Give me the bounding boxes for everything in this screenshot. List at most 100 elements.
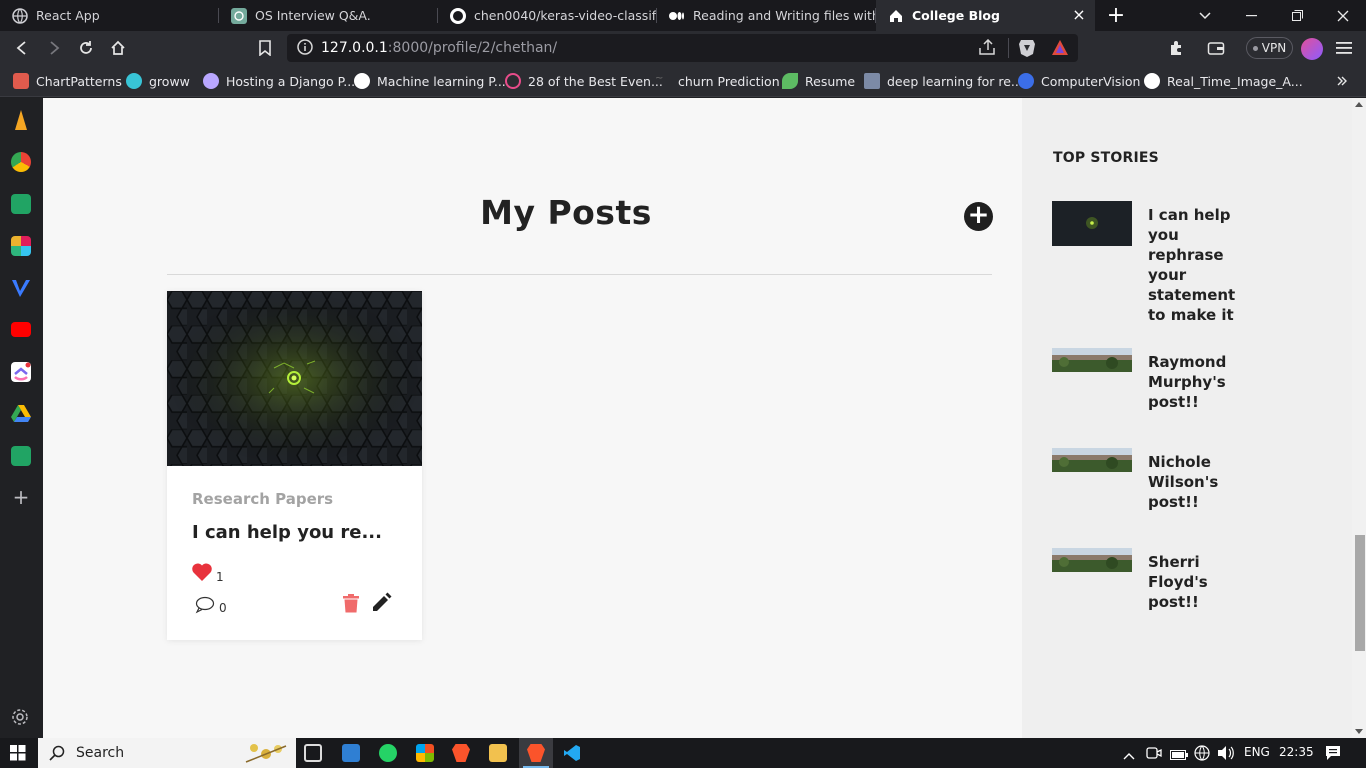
story-thumbnail[interactable] (1052, 201, 1132, 246)
info-icon[interactable] (297, 39, 313, 59)
chrome-icon[interactable] (11, 152, 31, 172)
meet-icon[interactable] (11, 194, 31, 214)
forward-icon[interactable] (42, 36, 66, 60)
story-title[interactable]: Nichole Wilson's post!! (1148, 452, 1248, 512)
story-title[interactable]: I can help you rephrase your statement t… (1148, 205, 1248, 325)
home-icon[interactable] (106, 36, 130, 60)
battery-icon[interactable] (1170, 746, 1188, 765)
address-bar[interactable]: 127.0.0.1:8000/profile/2/chethan/ (287, 34, 1078, 62)
slack-icon[interactable] (11, 236, 31, 256)
firebase-icon[interactable] (15, 110, 27, 130)
restore-window-icon[interactable] (1274, 0, 1320, 31)
back-icon[interactable] (10, 36, 34, 60)
vpn-button[interactable]: VPN (1246, 37, 1293, 59)
brave-icon[interactable] (452, 744, 470, 762)
browser-toolbar: 127.0.0.1:8000/profile/2/chethan/ VPN (0, 31, 1366, 65)
page-viewport: My Posts + Research Papers I can help yo… (43, 98, 1366, 738)
tab-search-chevron-icon[interactable] (1182, 0, 1228, 31)
vscode-icon[interactable] (563, 744, 581, 762)
brave-shields-icon[interactable] (1018, 38, 1036, 62)
whatsapp-icon[interactable] (379, 744, 397, 762)
scroll-up-icon[interactable] (1355, 102, 1363, 107)
bookmark-groww[interactable]: groww (126, 72, 190, 90)
post-category[interactable]: Research Papers (192, 490, 333, 508)
leaf-icon (782, 73, 798, 89)
minimize-window-icon[interactable] (1228, 0, 1274, 31)
post-title[interactable]: I can help you re... (192, 522, 382, 543)
taskbar-clock[interactable]: 22:35 (1279, 745, 1314, 759)
home-icon (888, 8, 904, 24)
close-window-icon[interactable] (1320, 0, 1366, 31)
bookmark-chartpatterns[interactable]: ChartPatterns (13, 72, 122, 90)
wallet-icon[interactable] (1204, 36, 1228, 60)
language-indicator[interactable]: ENG (1244, 745, 1270, 759)
bookmark-real-time-image[interactable]: Real_Time_Image_A... (1144, 72, 1303, 90)
menu-icon[interactable] (1332, 36, 1356, 60)
story-title[interactable]: Sherri Floyd's post!! (1148, 552, 1248, 612)
story-thumbnail[interactable] (1052, 348, 1132, 372)
bookmark-computervision[interactable]: ComputerVision (1018, 72, 1140, 90)
story-title[interactable]: Raymond Murphy's post!! (1148, 352, 1248, 412)
new-tab-button[interactable]: + (1095, 0, 1137, 31)
like-count: 1 (216, 570, 224, 584)
bookmark-resume[interactable]: Resume (782, 72, 855, 90)
page-scrollbar[interactable] (1352, 98, 1366, 738)
bookmark-deep-learning[interactable]: deep learning for re... (864, 72, 1023, 90)
delete-icon[interactable] (343, 594, 359, 613)
reload-icon[interactable] (74, 36, 98, 60)
volume-icon[interactable] (1217, 745, 1235, 765)
tab-react-app[interactable]: React App (0, 0, 219, 31)
tab-title: OS Interview Q&A. (255, 8, 371, 23)
chevron-up-icon[interactable] (1123, 746, 1135, 765)
network-icon[interactable] (1194, 745, 1210, 765)
brave-rewards-icon[interactable] (1051, 39, 1069, 60)
share-icon[interactable] (979, 38, 997, 59)
settings-icon[interactable] (11, 708, 31, 728)
more-bookmarks-icon[interactable] (1337, 72, 1347, 90)
store-icon[interactable] (416, 744, 434, 762)
tab-reading-writing[interactable]: Reading and Writing files with Goo (657, 0, 876, 31)
windows-start-icon[interactable] (10, 745, 26, 765)
add-post-button[interactable]: + (964, 202, 993, 231)
v-icon[interactable] (11, 278, 31, 298)
top-stories-heading: TOP STORIES (1053, 150, 1159, 166)
mail-icon[interactable] (342, 744, 360, 762)
taskbar-search[interactable]: Search (38, 738, 296, 768)
notifications-icon[interactable] (1325, 745, 1341, 765)
tab-os-interview[interactable]: OS Interview Q&A. (219, 0, 438, 31)
medium-icon (669, 8, 685, 24)
pi-icon (1018, 73, 1034, 89)
bookmark-best-events[interactable]: 28 of the Best Even... (505, 72, 663, 90)
clickup-icon[interactable] (11, 362, 31, 382)
brave-active-app[interactable] (519, 738, 553, 768)
add-app-icon[interactable]: + (11, 487, 31, 508)
meet-now-icon[interactable] (1146, 745, 1162, 765)
meet-icon[interactable] (11, 446, 31, 466)
drive-icon[interactable] (11, 404, 31, 424)
bookmark-icon[interactable] (253, 36, 277, 60)
post-card[interactable]: Research Papers I can help you re... 1 0 (167, 291, 422, 640)
tab-title: Reading and Writing files with Goo (693, 8, 876, 23)
app-sidebar: + (0, 98, 43, 738)
profile-avatar[interactable] (1301, 38, 1323, 60)
story-thumbnail[interactable] (1052, 448, 1132, 472)
task-view-icon[interactable] (304, 744, 322, 762)
tab-title: College Blog (912, 8, 1000, 23)
story-thumbnail[interactable] (1052, 548, 1132, 572)
scrollbar-thumb[interactable] (1355, 535, 1365, 651)
youtube-icon[interactable] (11, 322, 31, 337)
tab-college-blog[interactable]: College Blog × (876, 0, 1095, 31)
tab-keras-video[interactable]: chen0040/keras-video-classifier: Ke (438, 0, 657, 31)
file-explorer-icon[interactable] (489, 744, 507, 762)
comment-icon[interactable] (195, 596, 215, 614)
close-tab-icon[interactable]: × (1071, 7, 1087, 23)
windows-taskbar: Search ENG 22:35 (0, 738, 1366, 768)
bookmark-churn-prediction[interactable]: ~ churn Prediction (655, 72, 780, 90)
heart-icon[interactable] (191, 562, 213, 582)
edit-icon[interactable] (371, 591, 393, 613)
bookmark-machine-learning[interactable]: Machine learning P... (354, 72, 506, 90)
vpn-label: VPN (1261, 41, 1287, 55)
bookmark-hosting-django[interactable]: Hosting a Django P... (203, 72, 355, 90)
scroll-down-icon[interactable] (1355, 729, 1363, 734)
extensions-icon[interactable] (1164, 36, 1188, 60)
